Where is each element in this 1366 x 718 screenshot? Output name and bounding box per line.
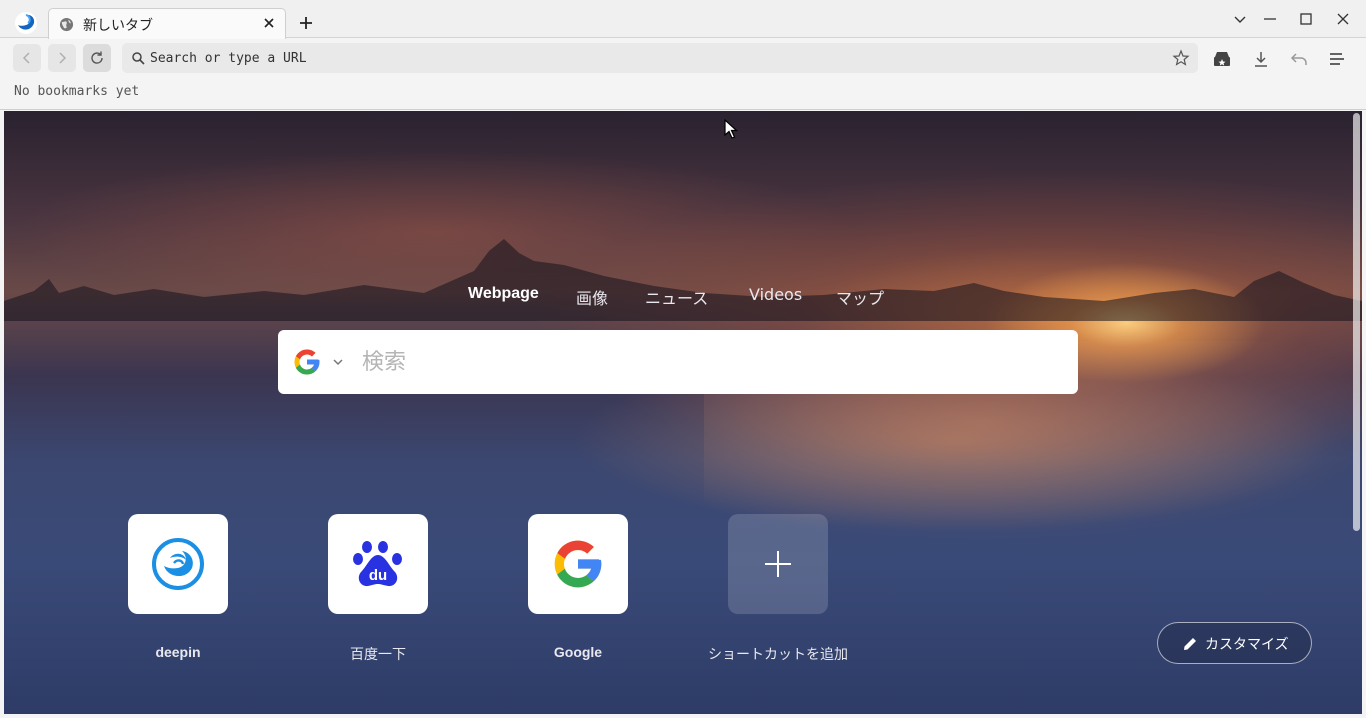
shortcut-baidu[interactable]: du 百度一下 — [298, 514, 458, 674]
shortcut-deepin[interactable]: deepin — [98, 514, 258, 674]
maximize-icon[interactable] — [1297, 10, 1315, 28]
minimize-icon[interactable] — [1261, 10, 1279, 28]
new-tab-page: Webpage 画像 ニュース Videos マップ deepin — [4, 111, 1362, 714]
pencil-icon — [1184, 638, 1196, 650]
reload-button[interactable] — [83, 44, 111, 72]
search-box[interactable] — [278, 330, 1078, 394]
search-tab-images[interactable]: 画像 — [576, 285, 608, 309]
forward-arrow-icon — [59, 52, 67, 64]
back-arrow-icon — [22, 52, 30, 64]
svg-text:du: du — [369, 567, 387, 584]
shortcut-add[interactable]: ショートカットを追加 — [698, 514, 858, 674]
bookmarks-empty-text: No bookmarks yet — [14, 84, 140, 99]
search-tab-news[interactable]: ニュース — [645, 285, 708, 309]
address-bar[interactable] — [122, 43, 1198, 73]
tab-title: 新しいタブ — [83, 18, 153, 34]
search-icon — [132, 52, 145, 65]
search-tab-webpage[interactable]: Webpage — [468, 285, 539, 303]
new-tab-icon[interactable] — [297, 14, 315, 32]
add-shortcut-tile[interactable] — [728, 514, 828, 614]
mouse-cursor-icon — [724, 119, 738, 139]
close-window-icon[interactable] — [1334, 10, 1352, 28]
undo-icon[interactable] — [1289, 49, 1309, 69]
tab-new-tab[interactable]: 新しいタブ — [48, 8, 286, 39]
forward-button[interactable] — [48, 44, 76, 72]
shortcut-label: Google — [553, 644, 603, 660]
customize-button[interactable]: カスタマイズ — [1157, 622, 1312, 664]
window-bottom-edge — [0, 714, 1366, 718]
search-tab-maps[interactable]: マップ — [836, 285, 884, 309]
search-input[interactable] — [362, 330, 1062, 394]
customize-label: カスタマイズ — [1205, 637, 1289, 653]
search-tab-videos[interactable]: Videos — [749, 285, 802, 304]
shortcut-label: ショートカットを追加 — [708, 647, 848, 663]
google-g-icon — [554, 540, 602, 588]
engine-dropdown-chevron-icon[interactable] — [332, 356, 344, 368]
globe-icon — [59, 17, 74, 32]
toolbar — [0, 39, 1366, 79]
shortcut-tile[interactable] — [528, 514, 628, 614]
search-type-tabs: Webpage 画像 ニュース Videos マップ — [4, 285, 1362, 309]
browser-logo-icon[interactable] — [14, 11, 38, 35]
shortcut-google[interactable]: Google — [498, 514, 658, 674]
baidu-paw-icon: du — [353, 541, 402, 587]
scrollbar-thumb[interactable] — [1353, 113, 1360, 531]
plus-icon — [765, 551, 791, 577]
download-icon[interactable] — [1251, 49, 1271, 69]
deepin-logo-icon — [152, 538, 204, 590]
page-scrollbar[interactable] — [1351, 111, 1361, 714]
url-input[interactable] — [150, 43, 1160, 73]
tab-list-chevron-icon[interactable] — [1231, 10, 1249, 28]
google-g-icon[interactable] — [292, 347, 322, 377]
reload-icon — [91, 51, 103, 64]
shortcut-label: deepin — [155, 644, 201, 660]
menu-icon[interactable] — [1327, 49, 1347, 69]
tab-bar: 新しいタブ — [0, 0, 1366, 39]
shortcut-tile[interactable] — [128, 514, 228, 614]
shortcut-tile[interactable]: du — [328, 514, 428, 614]
close-tab-icon[interactable] — [261, 15, 277, 31]
bookmark-star-icon[interactable] — [1172, 49, 1190, 67]
incognito-icon[interactable] — [1212, 49, 1232, 69]
back-button[interactable] — [13, 44, 41, 72]
shortcut-label: 百度一下 — [350, 647, 406, 663]
bookmarks-bar: No bookmarks yet — [0, 79, 1366, 110]
